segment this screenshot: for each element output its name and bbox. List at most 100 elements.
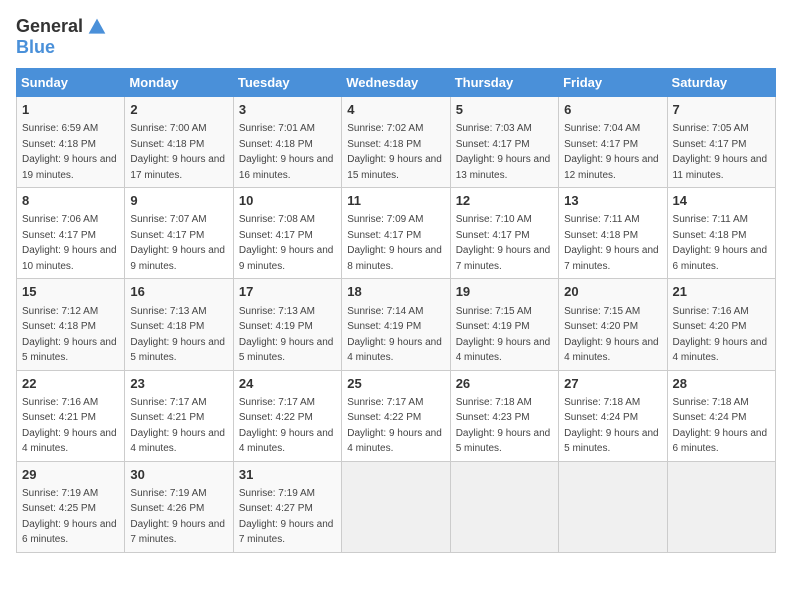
day-info: Sunrise: 7:06 AMSunset: 4:17 PMDaylight:… — [22, 214, 117, 272]
week-row-1: 1 Sunrise: 6:59 AMSunset: 4:18 PMDayligh… — [17, 97, 776, 188]
day-cell: 23 Sunrise: 7:17 AMSunset: 4:21 PMDaylig… — [125, 370, 233, 461]
day-info: Sunrise: 7:15 AMSunset: 4:19 PMDaylight:… — [456, 306, 551, 364]
day-cell: 16 Sunrise: 7:13 AMSunset: 4:18 PMDaylig… — [125, 279, 233, 370]
day-number: 15 — [22, 283, 119, 301]
day-cell: 1 Sunrise: 6:59 AMSunset: 4:18 PMDayligh… — [17, 97, 125, 188]
header-day-sunday: Sunday — [17, 69, 125, 97]
header-day-tuesday: Tuesday — [233, 69, 341, 97]
day-number: 18 — [347, 283, 444, 301]
day-cell — [342, 461, 450, 552]
day-number: 14 — [673, 192, 770, 210]
day-cell: 27 Sunrise: 7:18 AMSunset: 4:24 PMDaylig… — [559, 370, 667, 461]
day-number: 2 — [130, 101, 227, 119]
day-cell: 12 Sunrise: 7:10 AMSunset: 4:17 PMDaylig… — [450, 188, 558, 279]
day-number: 1 — [22, 101, 119, 119]
day-number: 9 — [130, 192, 227, 210]
day-cell: 21 Sunrise: 7:16 AMSunset: 4:20 PMDaylig… — [667, 279, 775, 370]
day-info: Sunrise: 7:10 AMSunset: 4:17 PMDaylight:… — [456, 214, 551, 272]
day-cell: 22 Sunrise: 7:16 AMSunset: 4:21 PMDaylig… — [17, 370, 125, 461]
day-cell: 14 Sunrise: 7:11 AMSunset: 4:18 PMDaylig… — [667, 188, 775, 279]
day-number: 16 — [130, 283, 227, 301]
day-number: 30 — [130, 466, 227, 484]
day-info: Sunrise: 7:17 AMSunset: 4:21 PMDaylight:… — [130, 397, 225, 455]
day-info: Sunrise: 7:15 AMSunset: 4:20 PMDaylight:… — [564, 306, 659, 364]
day-info: Sunrise: 7:08 AMSunset: 4:17 PMDaylight:… — [239, 214, 334, 272]
day-cell — [450, 461, 558, 552]
day-cell: 9 Sunrise: 7:07 AMSunset: 4:17 PMDayligh… — [125, 188, 233, 279]
week-row-4: 22 Sunrise: 7:16 AMSunset: 4:21 PMDaylig… — [17, 370, 776, 461]
day-cell: 5 Sunrise: 7:03 AMSunset: 4:17 PMDayligh… — [450, 97, 558, 188]
day-cell: 6 Sunrise: 7:04 AMSunset: 4:17 PMDayligh… — [559, 97, 667, 188]
day-cell — [667, 461, 775, 552]
day-info: Sunrise: 7:16 AMSunset: 4:21 PMDaylight:… — [22, 397, 117, 455]
day-info: Sunrise: 7:11 AMSunset: 4:18 PMDaylight:… — [673, 214, 768, 272]
day-number: 19 — [456, 283, 553, 301]
day-cell: 4 Sunrise: 7:02 AMSunset: 4:18 PMDayligh… — [342, 97, 450, 188]
header-day-saturday: Saturday — [667, 69, 775, 97]
logo-blue: Blue — [16, 37, 55, 58]
day-number: 3 — [239, 101, 336, 119]
day-number: 11 — [347, 192, 444, 210]
day-cell: 25 Sunrise: 7:17 AMSunset: 4:22 PMDaylig… — [342, 370, 450, 461]
day-number: 28 — [673, 375, 770, 393]
day-cell: 15 Sunrise: 7:12 AMSunset: 4:18 PMDaylig… — [17, 279, 125, 370]
day-number: 29 — [22, 466, 119, 484]
day-number: 23 — [130, 375, 227, 393]
day-cell: 28 Sunrise: 7:18 AMSunset: 4:24 PMDaylig… — [667, 370, 775, 461]
day-info: Sunrise: 7:18 AMSunset: 4:24 PMDaylight:… — [673, 397, 768, 455]
day-number: 10 — [239, 192, 336, 210]
day-number: 27 — [564, 375, 661, 393]
day-cell: 24 Sunrise: 7:17 AMSunset: 4:22 PMDaylig… — [233, 370, 341, 461]
day-info: Sunrise: 7:19 AMSunset: 4:25 PMDaylight:… — [22, 488, 117, 546]
page-header: General Blue — [16, 16, 776, 58]
day-number: 7 — [673, 101, 770, 119]
day-info: Sunrise: 7:05 AMSunset: 4:17 PMDaylight:… — [673, 123, 768, 181]
day-info: Sunrise: 7:14 AMSunset: 4:19 PMDaylight:… — [347, 306, 442, 364]
day-cell: 13 Sunrise: 7:11 AMSunset: 4:18 PMDaylig… — [559, 188, 667, 279]
day-cell: 30 Sunrise: 7:19 AMSunset: 4:26 PMDaylig… — [125, 461, 233, 552]
day-info: Sunrise: 7:11 AMSunset: 4:18 PMDaylight:… — [564, 214, 659, 272]
day-info: Sunrise: 7:02 AMSunset: 4:18 PMDaylight:… — [347, 123, 442, 181]
day-info: Sunrise: 7:16 AMSunset: 4:20 PMDaylight:… — [673, 306, 768, 364]
day-info: Sunrise: 7:00 AMSunset: 4:18 PMDaylight:… — [130, 123, 225, 181]
logo-general: General — [16, 16, 83, 37]
day-number: 13 — [564, 192, 661, 210]
day-number: 4 — [347, 101, 444, 119]
day-cell: 20 Sunrise: 7:15 AMSunset: 4:20 PMDaylig… — [559, 279, 667, 370]
week-row-3: 15 Sunrise: 7:12 AMSunset: 4:18 PMDaylig… — [17, 279, 776, 370]
day-info: Sunrise: 7:18 AMSunset: 4:24 PMDaylight:… — [564, 397, 659, 455]
day-cell: 8 Sunrise: 7:06 AMSunset: 4:17 PMDayligh… — [17, 188, 125, 279]
day-info: Sunrise: 7:19 AMSunset: 4:27 PMDaylight:… — [239, 488, 334, 546]
day-info: Sunrise: 7:17 AMSunset: 4:22 PMDaylight:… — [239, 397, 334, 455]
day-number: 12 — [456, 192, 553, 210]
day-info: Sunrise: 7:12 AMSunset: 4:18 PMDaylight:… — [22, 306, 117, 364]
day-cell — [559, 461, 667, 552]
day-number: 17 — [239, 283, 336, 301]
day-cell: 10 Sunrise: 7:08 AMSunset: 4:17 PMDaylig… — [233, 188, 341, 279]
day-info: Sunrise: 7:09 AMSunset: 4:17 PMDaylight:… — [347, 214, 442, 272]
day-cell: 26 Sunrise: 7:18 AMSunset: 4:23 PMDaylig… — [450, 370, 558, 461]
day-cell: 29 Sunrise: 7:19 AMSunset: 4:25 PMDaylig… — [17, 461, 125, 552]
day-number: 21 — [673, 283, 770, 301]
header-day-friday: Friday — [559, 69, 667, 97]
logo: General Blue — [16, 16, 107, 58]
day-info: Sunrise: 7:07 AMSunset: 4:17 PMDaylight:… — [130, 214, 225, 272]
week-row-5: 29 Sunrise: 7:19 AMSunset: 4:25 PMDaylig… — [17, 461, 776, 552]
header-day-monday: Monday — [125, 69, 233, 97]
calendar-table: SundayMondayTuesdayWednesdayThursdayFrid… — [16, 68, 776, 553]
day-number: 24 — [239, 375, 336, 393]
day-info: Sunrise: 7:03 AMSunset: 4:17 PMDaylight:… — [456, 123, 551, 181]
day-cell: 3 Sunrise: 7:01 AMSunset: 4:18 PMDayligh… — [233, 97, 341, 188]
day-info: Sunrise: 7:18 AMSunset: 4:23 PMDaylight:… — [456, 397, 551, 455]
day-cell: 18 Sunrise: 7:14 AMSunset: 4:19 PMDaylig… — [342, 279, 450, 370]
day-number: 22 — [22, 375, 119, 393]
day-number: 6 — [564, 101, 661, 119]
day-info: Sunrise: 7:19 AMSunset: 4:26 PMDaylight:… — [130, 488, 225, 546]
header-day-thursday: Thursday — [450, 69, 558, 97]
day-info: Sunrise: 7:04 AMSunset: 4:17 PMDaylight:… — [564, 123, 659, 181]
header-day-wednesday: Wednesday — [342, 69, 450, 97]
calendar-header: SundayMondayTuesdayWednesdayThursdayFrid… — [17, 69, 776, 97]
logo-icon — [87, 17, 107, 37]
day-cell: 2 Sunrise: 7:00 AMSunset: 4:18 PMDayligh… — [125, 97, 233, 188]
day-number: 8 — [22, 192, 119, 210]
